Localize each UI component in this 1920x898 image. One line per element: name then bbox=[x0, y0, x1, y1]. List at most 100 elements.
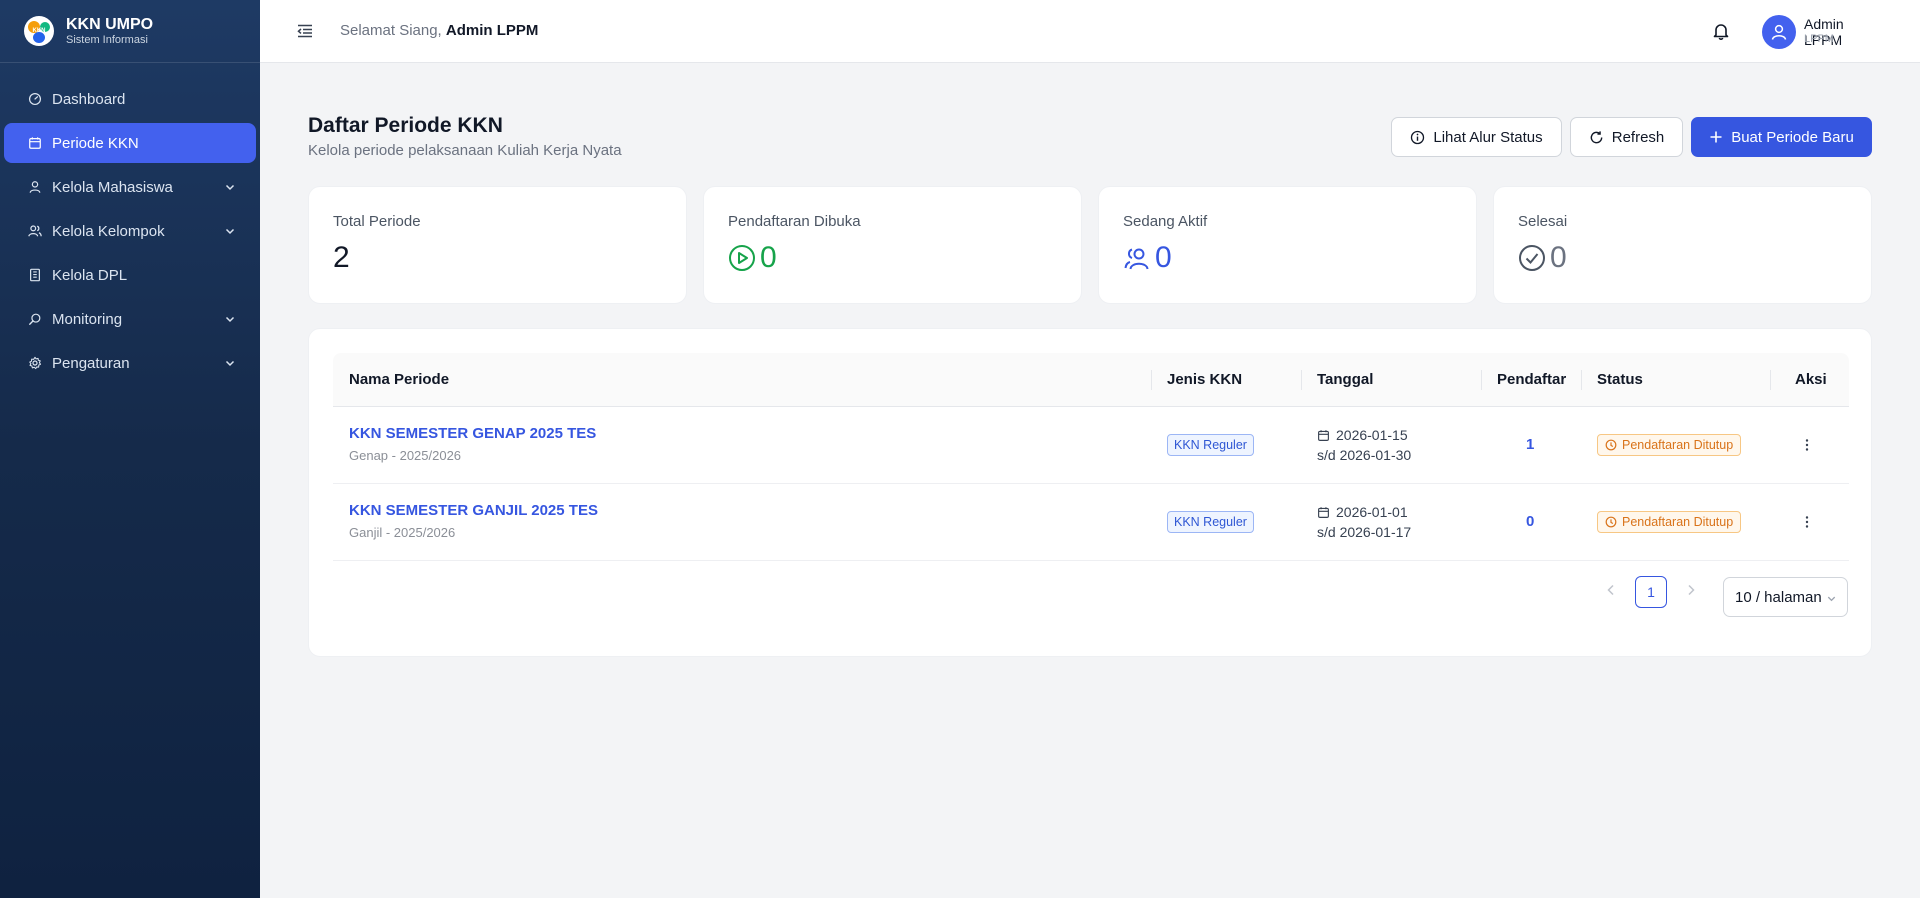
create-period-label: Buat Periode Baru bbox=[1731, 128, 1854, 146]
stat-card-completed: Selesai 0 bbox=[1493, 186, 1872, 304]
info-icon bbox=[1411, 130, 1425, 144]
pagination-next-icon[interactable] bbox=[1683, 582, 1699, 598]
start-date-text: 2026-01-01 bbox=[1336, 504, 1408, 520]
page-size-select[interactable]: 10 / halaman bbox=[1723, 577, 1848, 617]
brand[interactable]: KKN KKN UMPO Sistem Informasi bbox=[0, 0, 260, 63]
user-role: LPPM bbox=[1804, 33, 1834, 45]
gear-icon bbox=[29, 356, 42, 370]
more-vertical-icon[interactable] bbox=[1799, 437, 1815, 453]
plus-icon bbox=[1710, 131, 1722, 143]
stat-label: Selesai bbox=[1518, 213, 1568, 230]
greeting-name: Admin LPPM bbox=[445, 22, 539, 39]
sidebar-item-dashboard[interactable]: Dashboard bbox=[4, 79, 256, 119]
column-header-actions: Aksi bbox=[1795, 371, 1827, 388]
play-circle-icon bbox=[729, 245, 755, 271]
pagination-prev-icon[interactable] bbox=[1603, 582, 1619, 598]
logo-text: KKN bbox=[32, 28, 46, 34]
page-size-value: 10 / halaman bbox=[1735, 588, 1822, 606]
period-subtitle: Ganjil - 2025/2026 bbox=[349, 525, 456, 540]
chevron-down-icon bbox=[225, 184, 235, 191]
building-icon bbox=[30, 268, 40, 282]
stat-label: Sedang Aktif bbox=[1123, 213, 1208, 230]
calendar-icon bbox=[1318, 429, 1329, 441]
avatar[interactable] bbox=[1762, 15, 1796, 49]
view-status-flow-label: Lihat Alur Status bbox=[1433, 128, 1543, 146]
sidebar-item-label: Kelola Kelompok bbox=[52, 222, 165, 240]
column-header-date[interactable]: Tanggal bbox=[1317, 353, 1373, 407]
pagination-current-page[interactable]: 1 bbox=[1635, 576, 1667, 608]
more-vertical-icon[interactable] bbox=[1799, 514, 1815, 530]
refresh-label: Refresh bbox=[1611, 128, 1665, 146]
menu-fold-icon[interactable] bbox=[296, 22, 314, 40]
users-icon bbox=[28, 225, 42, 237]
clock-icon bbox=[1605, 516, 1617, 528]
column-header-status[interactable]: Status bbox=[1597, 353, 1643, 407]
period-subtitle: Genap - 2025/2026 bbox=[349, 448, 462, 463]
top-header: Selamat Siang, Admin LPPM Admin LPPM LPP… bbox=[260, 0, 1920, 63]
chevron-down-icon bbox=[225, 316, 235, 323]
sidebar-item-monitoring[interactable]: Monitoring bbox=[4, 299, 256, 339]
sidebar-item-periode-kkn[interactable]: Periode KKN bbox=[4, 123, 256, 163]
registrant-count[interactable]: 1 bbox=[1526, 436, 1534, 453]
stat-card-active: Sedang Aktif 0 bbox=[1098, 186, 1477, 304]
stat-card-registration-open: Pendaftaran Dibuka 0 bbox=[703, 186, 1082, 304]
chevron-down-icon bbox=[1827, 596, 1836, 602]
sidebar-item-kelola-kelompok[interactable]: Kelola Kelompok bbox=[4, 211, 256, 251]
view-status-flow-button[interactable]: Lihat Alur Status bbox=[1391, 117, 1562, 157]
column-header-registrants[interactable]: Pendaftar bbox=[1497, 353, 1566, 407]
stat-value: 2 bbox=[333, 241, 350, 274]
stat-value: 0 bbox=[760, 241, 777, 274]
stat-value-row: 2 bbox=[333, 241, 350, 275]
sidebar-item-label: Monitoring bbox=[52, 310, 123, 328]
greeting-prefix: Selamat Siang, bbox=[340, 22, 442, 39]
sidebar-nav: Dashboard Periode KKN Kelola Mahasiswa K… bbox=[0, 63, 260, 383]
create-period-button[interactable]: Buat Periode Baru bbox=[1691, 117, 1872, 157]
end-date: s/d 2026-01-17 bbox=[1317, 524, 1412, 540]
refresh-icon bbox=[1590, 130, 1603, 143]
calendar-icon bbox=[1318, 506, 1329, 518]
sidebar: KKN KKN UMPO Sistem Informasi Dashboard … bbox=[0, 0, 260, 898]
column-header-name[interactable]: Nama Periode bbox=[349, 353, 449, 407]
status-badge: Pendaftaran Ditutup bbox=[1597, 511, 1742, 533]
clock-icon bbox=[1605, 439, 1617, 451]
user-icon bbox=[29, 181, 41, 193]
logo: KKN bbox=[24, 16, 54, 46]
registrant-count[interactable]: 0 bbox=[1526, 513, 1534, 530]
kkn-type-tag: KKN Reguler bbox=[1167, 511, 1254, 533]
stat-card-total: Total Periode 2 bbox=[308, 186, 687, 304]
chevron-down-icon bbox=[225, 360, 235, 367]
chevron-down-icon bbox=[225, 228, 235, 235]
stat-value-row: 0 bbox=[728, 241, 777, 275]
end-date: s/d 2026-01-30 bbox=[1317, 447, 1412, 463]
start-date: 2026-01-15 bbox=[1317, 427, 1411, 443]
sidebar-item-kelola-mahasiswa[interactable]: Kelola Mahasiswa bbox=[4, 167, 256, 207]
period-table-card: Nama Periode Jenis KKN Tanggal Pendaftar… bbox=[308, 328, 1872, 657]
users-icon bbox=[1124, 248, 1149, 270]
dashboard-icon bbox=[28, 92, 42, 106]
stat-value-row: 0 bbox=[1123, 241, 1172, 275]
sidebar-item-label: Kelola DPL bbox=[52, 266, 128, 284]
calendar-icon bbox=[29, 137, 41, 149]
brand-subtitle: Sistem Informasi bbox=[66, 33, 148, 46]
period-name-link[interactable]: KKN SEMESTER GENAP 2025 TES bbox=[349, 425, 596, 442]
period-name-link[interactable]: KKN SEMESTER GANJIL 2025 TES bbox=[349, 502, 598, 519]
greeting: Selamat Siang, Admin LPPM bbox=[340, 22, 538, 39]
page-subtitle: Kelola periode pelaksanaan Kuliah Kerja … bbox=[308, 142, 622, 159]
sidebar-item-label: Periode KKN bbox=[52, 134, 139, 152]
stat-value: 0 bbox=[1155, 241, 1172, 274]
sidebar-item-label: Dashboard bbox=[52, 90, 126, 108]
start-date-text: 2026-01-15 bbox=[1336, 427, 1408, 443]
sidebar-item-kelola-dpl[interactable]: Kelola DPL bbox=[4, 255, 256, 295]
status-text: Pendaftaran Ditutup bbox=[1622, 515, 1734, 529]
table-row: KKN SEMESTER GENAP 2025 TES Genap - 2025… bbox=[333, 407, 1849, 484]
sidebar-item-pengaturan[interactable]: Pengaturan bbox=[4, 343, 256, 383]
page-title: Daftar Periode KKN bbox=[308, 114, 503, 137]
search-icon bbox=[29, 313, 41, 325]
stat-label: Total Periode bbox=[333, 213, 421, 230]
bell-icon[interactable] bbox=[1712, 22, 1730, 40]
kkn-type-tag: KKN Reguler bbox=[1167, 434, 1254, 456]
start-date: 2026-01-01 bbox=[1317, 504, 1411, 520]
brand-title: KKN UMPO bbox=[66, 15, 154, 33]
refresh-button[interactable]: Refresh bbox=[1570, 117, 1683, 157]
column-header-type[interactable]: Jenis KKN bbox=[1167, 353, 1242, 407]
